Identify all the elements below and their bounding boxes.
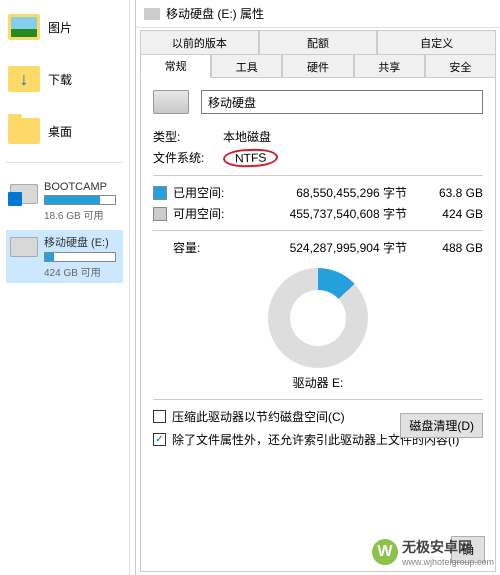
used-human: 63.8 GB bbox=[423, 186, 483, 200]
tabs-primary: 常规 工具 硬件 共享 安全 bbox=[140, 54, 496, 78]
titlebar: 移动硬盘 (E:) 属性 bbox=[136, 0, 500, 28]
free-swatch bbox=[153, 207, 167, 221]
watermark-logo-icon bbox=[372, 539, 398, 565]
folder-label: 桌面 bbox=[48, 123, 72, 140]
drive-free: 18.6 GB 可用 bbox=[44, 207, 119, 222]
type-label: 类型: bbox=[153, 128, 223, 145]
pictures-icon bbox=[8, 14, 40, 40]
tab-hardware[interactable]: 硬件 bbox=[282, 54, 353, 78]
drive-free: 424 GB 可用 bbox=[44, 264, 119, 279]
capacity-bytes: 524,287,995,904 字节 bbox=[245, 239, 417, 256]
dialog-title: 移动硬盘 (E:) 属性 bbox=[166, 5, 264, 22]
capacity-label: 容量: bbox=[173, 239, 239, 256]
free-label: 可用空间: bbox=[173, 205, 239, 222]
drive-icon bbox=[144, 8, 160, 20]
drive-name-input[interactable] bbox=[201, 90, 483, 114]
tab-custom[interactable]: 自定义 bbox=[377, 30, 496, 54]
desktop-icon bbox=[8, 118, 40, 144]
drive-name: 移动硬盘 (E:) bbox=[44, 234, 119, 250]
tabs-secondary: 以前的版本 配额 自定义 bbox=[140, 30, 496, 54]
watermark-title: 无极安卓网 bbox=[402, 539, 472, 555]
used-bytes: 68,550,455,296 字节 bbox=[245, 184, 417, 201]
watermark-url: www.wjhotelgroup.com bbox=[402, 557, 494, 567]
compress-label: 压缩此驱动器以节约磁盘空间(C) bbox=[172, 408, 345, 425]
drive-usage-bar bbox=[44, 195, 116, 205]
used-label: 已用空间: bbox=[173, 184, 239, 201]
folder-label: 图片 bbox=[48, 19, 72, 36]
folder-pictures[interactable]: 图片 bbox=[0, 10, 129, 44]
tab-panel-general: 类型: 本地磁盘 文件系统: NTFS 已用空间: 68,550,455,296… bbox=[140, 77, 496, 572]
drive-usage-bar bbox=[44, 252, 116, 262]
disk-cleanup-button[interactable]: 磁盘清理(D) bbox=[400, 413, 483, 438]
filesystem-value: NTFS bbox=[223, 148, 279, 168]
tab-general[interactable]: 常规 bbox=[140, 54, 211, 78]
free-human: 424 GB bbox=[423, 207, 483, 221]
filesystem-label: 文件系统: bbox=[153, 149, 223, 167]
drive-name: BOOTCAMP bbox=[44, 181, 119, 193]
used-swatch bbox=[153, 186, 167, 200]
free-bytes: 455,737,540,608 字节 bbox=[245, 205, 417, 222]
tab-quota[interactable]: 配额 bbox=[259, 30, 378, 54]
drive-icon bbox=[10, 184, 38, 204]
type-value: 本地磁盘 bbox=[223, 128, 271, 145]
drive-bootcamp[interactable]: BOOTCAMP 18.6 GB 可用 bbox=[6, 177, 123, 226]
drive-icon bbox=[10, 237, 38, 257]
donut-label: 驱动器 E: bbox=[153, 374, 483, 391]
folder-desktop[interactable]: 桌面 bbox=[0, 114, 129, 148]
drive-icon bbox=[153, 90, 189, 114]
downloads-icon bbox=[8, 66, 40, 92]
folder-label: 下载 bbox=[48, 71, 72, 88]
tab-sharing[interactable]: 共享 bbox=[354, 54, 425, 78]
usage-donut-chart bbox=[268, 268, 368, 368]
tab-tools[interactable]: 工具 bbox=[211, 54, 282, 78]
tab-previous-versions[interactable]: 以前的版本 bbox=[140, 30, 259, 54]
properties-dialog: 移动硬盘 (E:) 属性 以前的版本 配额 自定义 常规 工具 硬件 共享 安全… bbox=[135, 0, 500, 575]
drive-removable[interactable]: 移动硬盘 (E:) 424 GB 可用 bbox=[6, 230, 123, 283]
compress-checkbox[interactable] bbox=[153, 410, 166, 423]
capacity-human: 488 GB bbox=[423, 241, 483, 255]
folder-downloads[interactable]: 下载 bbox=[0, 62, 129, 96]
index-checkbox[interactable]: ✓ bbox=[153, 433, 166, 446]
tab-security[interactable]: 安全 bbox=[425, 54, 496, 78]
explorer-sidebar: 图片 下载 桌面 BOOTCAMP 18.6 GB 可用 移动硬盘 (E:) 4… bbox=[0, 0, 130, 575]
watermark: 无极安卓网 www.wjhotelgroup.com bbox=[372, 537, 494, 567]
